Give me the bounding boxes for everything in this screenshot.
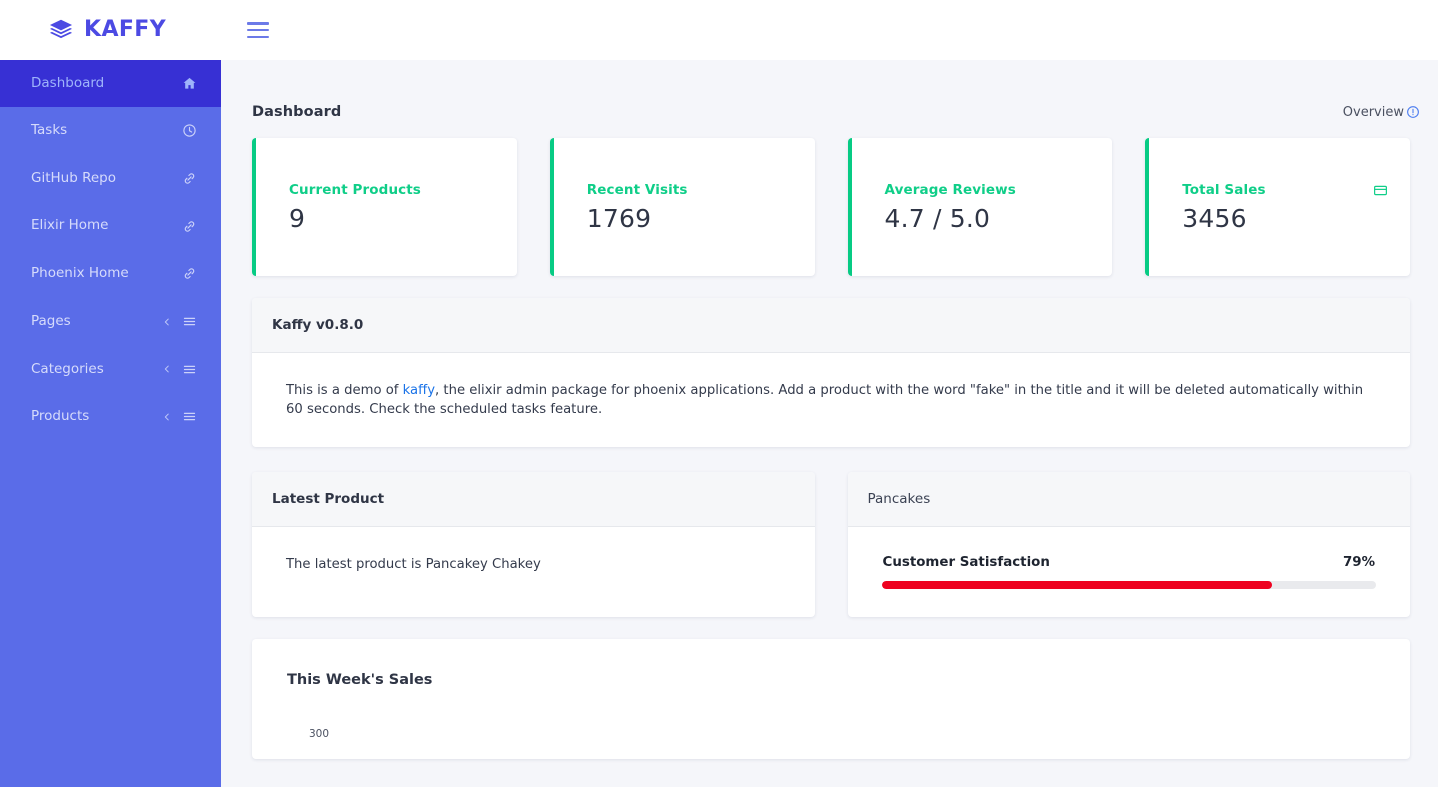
- hamburger-menu-icon[interactable]: [247, 22, 269, 38]
- content-topline: Dashboard Overview: [221, 60, 1438, 120]
- version-panel: Kaffy v0.8.0 This is a demo of kaffy, th…: [252, 298, 1410, 448]
- satisfaction-progress-fill: [881, 581, 1273, 590]
- sidebar-item-products[interactable]: Products: [0, 393, 221, 441]
- sidebar-item-label: Elixir Home: [31, 217, 109, 234]
- chart-y-axis-tick: 300: [309, 728, 330, 741]
- sidebar-item-tasks[interactable]: Tasks: [0, 107, 221, 155]
- sidebar-item-label: Phoenix Home: [31, 265, 129, 282]
- stat-card-title: Current Products: [289, 182, 421, 198]
- version-panel-wrap: Kaffy v0.8.0 This is a demo of kaffy, th…: [221, 276, 1438, 448]
- list-icon[interactable]: [182, 362, 197, 377]
- chevron-left-icon[interactable]: [162, 363, 172, 375]
- sidebar-item-github-repo[interactable]: GitHub Repo: [0, 155, 221, 203]
- pancakes-panel: Pancakes Customer Satisfaction 79%: [847, 472, 1411, 618]
- layers-icon: [49, 19, 73, 39]
- version-text-after: , the elixir admin package for phoenix a…: [286, 383, 1364, 418]
- link-icon: [184, 268, 195, 280]
- stat-card-title: Recent Visits: [586, 182, 688, 198]
- satisfaction-label: Customer Satisfaction: [882, 555, 1050, 571]
- sidebar-item-icons: [182, 266, 197, 281]
- stat-card-value: 9: [289, 204, 306, 233]
- latest-product-panel: Latest Product The latest product is Pan…: [252, 472, 815, 618]
- sidebar: Dashboard Tasks GitHub Repo Elixir Home: [0, 60, 221, 787]
- weekly-sales-panel: This Week's Sales 300: [252, 639, 1410, 760]
- sidebar-item-label: GitHub Repo: [31, 169, 116, 186]
- stat-card-average-reviews[interactable]: Average Reviews 4.7 / 5.0: [847, 138, 1113, 276]
- stat-card-value: 3456: [1182, 204, 1247, 233]
- brand-name: KAFFY: [84, 17, 167, 42]
- sidebar-item-icons: [162, 314, 197, 329]
- overview-label: Overview: [1342, 104, 1404, 120]
- stat-card-title: Total Sales: [1182, 182, 1266, 198]
- stat-card-total-sales[interactable]: Total Sales 3456: [1145, 138, 1410, 276]
- sidebar-item-label: Dashboard: [31, 74, 105, 91]
- sidebar-item-icons: [182, 76, 197, 91]
- clock-icon: [183, 124, 196, 138]
- sidebar-item-pages[interactable]: Pages: [0, 298, 221, 346]
- stat-card-current-products[interactable]: Current Products 9: [252, 138, 517, 276]
- sidebar-item-label: Pages: [31, 312, 71, 329]
- sidebar-item-icons: [182, 123, 197, 138]
- weekly-sales-chart: 300: [287, 714, 1375, 754]
- hamburger-bar: [247, 22, 269, 25]
- sidebar-item-icons: [182, 219, 197, 234]
- stat-card-head: Average Reviews: [885, 182, 1091, 198]
- info-circle-icon[interactable]: [1406, 105, 1420, 119]
- sidebar-item-elixir-home[interactable]: Elixir Home: [0, 202, 221, 250]
- latest-product-text: The latest product is Pancakey Chakey: [286, 557, 541, 573]
- brand-logo-link[interactable]: KAFFY: [0, 0, 221, 60]
- sidebar-item-icons: [162, 409, 197, 424]
- overview-toggle[interactable]: Overview: [1343, 105, 1420, 120]
- sidebar-item-categories[interactable]: Categories: [0, 345, 221, 393]
- stat-card-title: Average Reviews: [884, 182, 1016, 198]
- list-icon[interactable]: [182, 314, 197, 329]
- sidebar-item-icons: [162, 362, 197, 377]
- hamburger-bar: [247, 28, 269, 32]
- sidebar-item-icons: [182, 171, 197, 186]
- pancakes-body: Customer Satisfaction 79%: [848, 527, 1411, 617]
- version-panel-body: This is a demo of kaffy, the elixir admi…: [252, 353, 1410, 447]
- stat-card-value: 1769: [586, 204, 652, 233]
- chevron-left-icon[interactable]: [162, 316, 172, 328]
- chevron-left-icon[interactable]: [162, 411, 172, 423]
- satisfaction-progress-track: [881, 581, 1376, 590]
- credit-card-icon: [1374, 185, 1387, 195]
- latest-product-title: Latest Product: [252, 472, 815, 528]
- pancakes-title: Pancakes: [847, 472, 1410, 528]
- sales-panel-wrap: This Week's Sales 300: [221, 617, 1438, 760]
- stat-card-value: 4.7 / 5.0: [884, 204, 991, 233]
- link-icon: [184, 173, 195, 184]
- app-header: KAFFY: [0, 0, 1438, 60]
- latest-product-body: The latest product is Pancakey Chakey: [252, 527, 815, 602]
- satisfaction-value: 79%: [1342, 555, 1375, 571]
- sidebar-item-dashboard[interactable]: Dashboard: [0, 60, 221, 107]
- kaffy-link[interactable]: kaffy: [403, 383, 435, 398]
- hamburger-bar: [247, 35, 269, 38]
- stat-card-recent-visits[interactable]: Recent Visits 1769: [549, 138, 815, 276]
- sidebar-item-label: Categories: [31, 360, 104, 377]
- stat-card-head: Total Sales: [1182, 182, 1388, 198]
- stat-card-head: Current Products: [289, 182, 495, 198]
- panels-row: Latest Product The latest product is Pan…: [221, 447, 1438, 618]
- list-icon[interactable]: [182, 409, 197, 424]
- stat-cards-row: Current Products 9 Recent Visits 1769 Av…: [221, 120, 1438, 276]
- version-text-before: This is a demo of: [286, 383, 403, 398]
- link-icon: [184, 221, 195, 232]
- stat-card-head: Recent Visits: [587, 182, 793, 198]
- weekly-sales-title: This Week's Sales: [287, 672, 433, 689]
- satisfaction-header: Customer Satisfaction 79%: [882, 555, 1377, 570]
- version-panel-text: This is a demo of kaffy, the elixir admi…: [286, 381, 1376, 419]
- sidebar-item-phoenix-home[interactable]: Phoenix Home: [0, 250, 221, 298]
- sidebar-item-label: Tasks: [31, 122, 68, 139]
- page-title: Dashboard: [252, 104, 342, 120]
- sidebar-item-label: Products: [31, 408, 90, 425]
- main-content: Dashboard Overview Current Products 9 Re…: [221, 60, 1438, 787]
- home-icon: [183, 77, 196, 89]
- version-panel-title: Kaffy v0.8.0: [252, 298, 1410, 353]
